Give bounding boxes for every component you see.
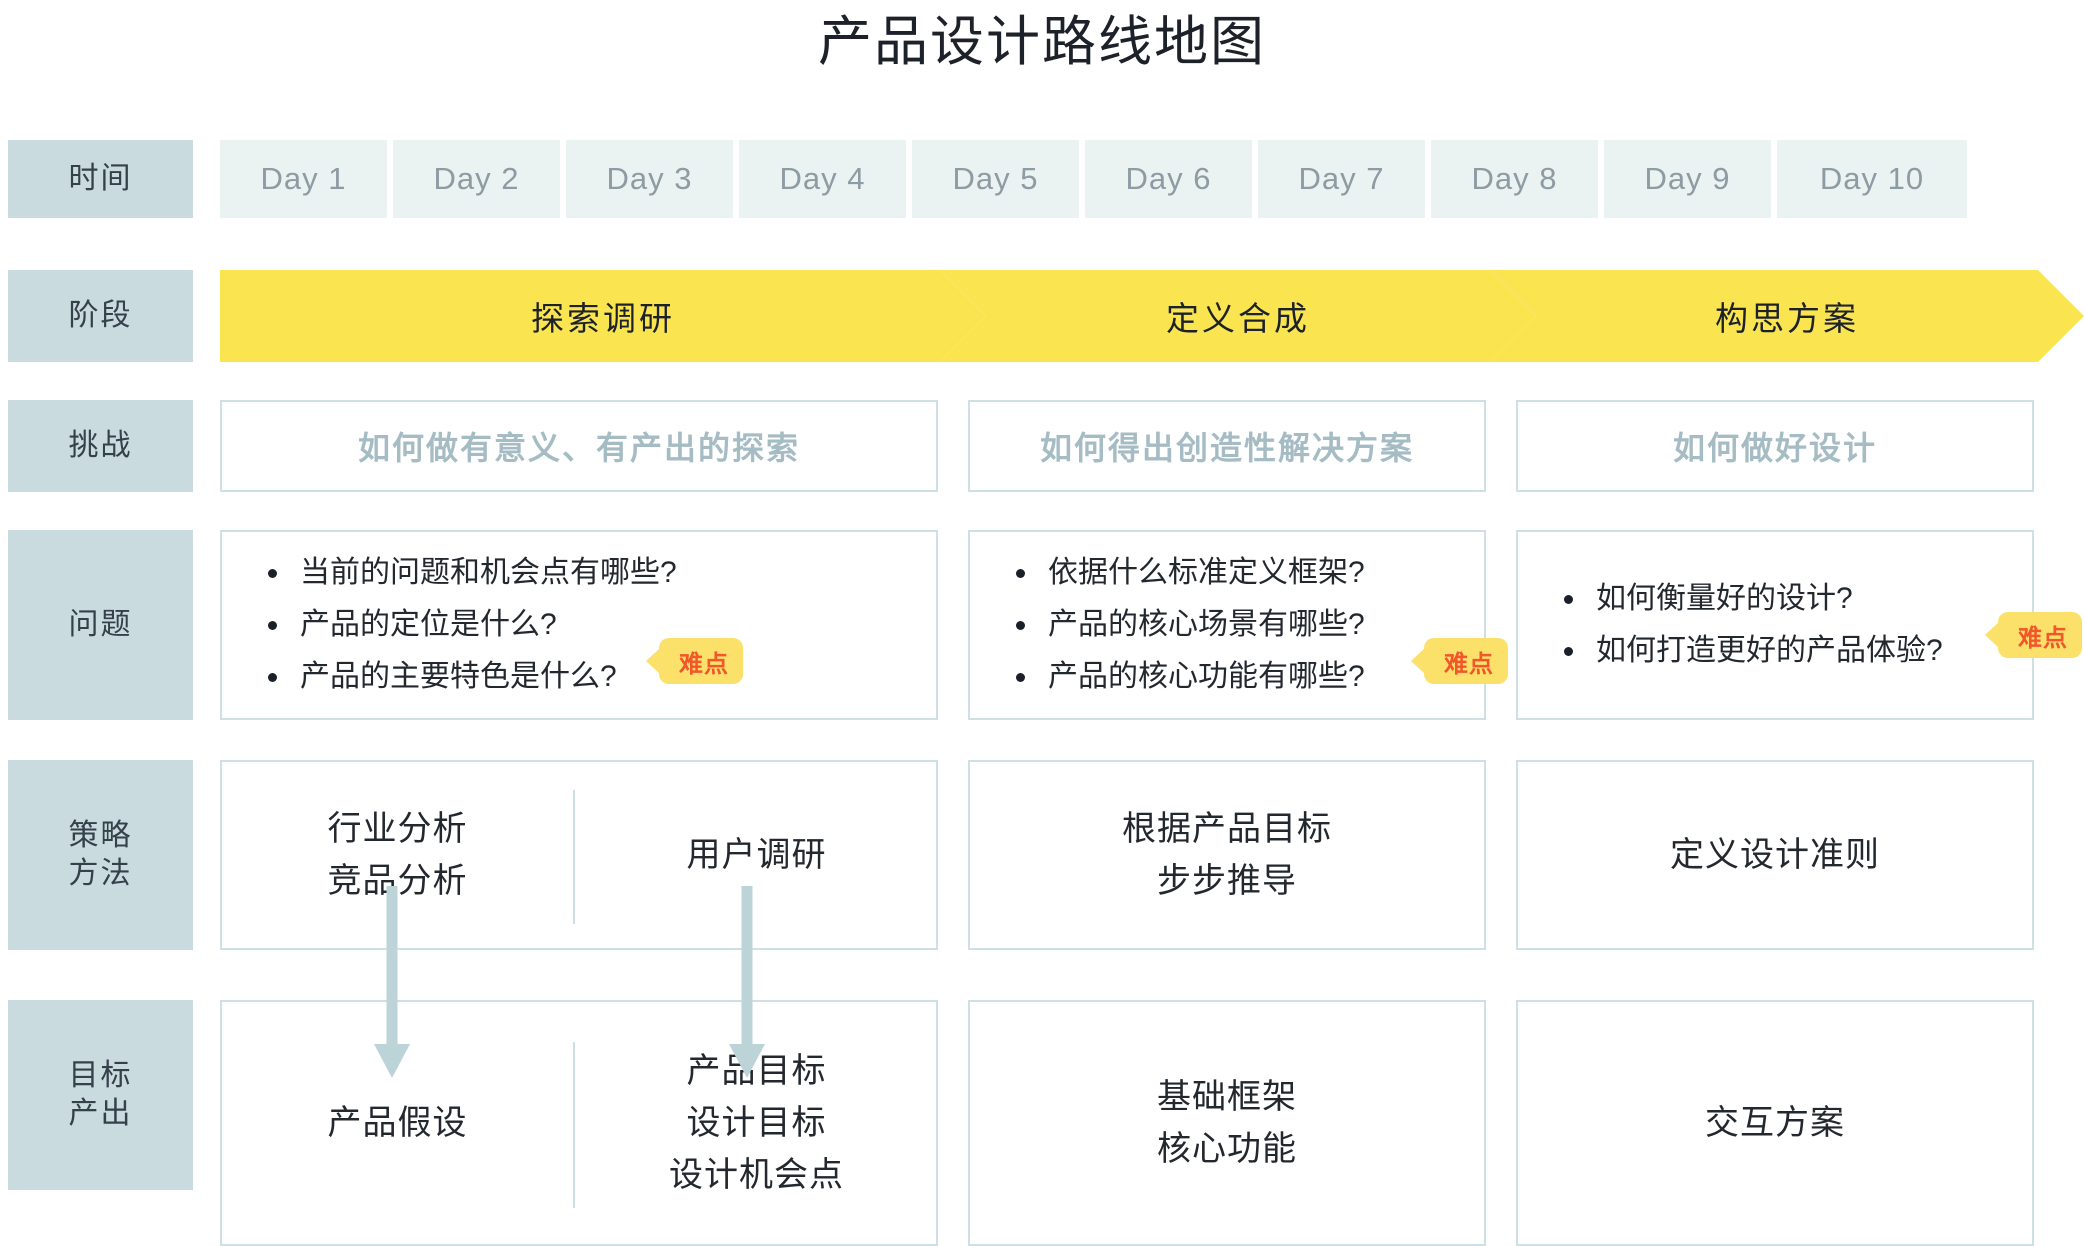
question-item: 如何打造更好的产品体验? bbox=[1556, 625, 1943, 677]
row-label-question: 问题 bbox=[8, 530, 193, 720]
question-card-1[interactable]: 当前的问题和机会点有哪些? 产品的定位是什么? 产品的主要特色是什么? bbox=[220, 530, 938, 720]
roadmap-board: 时间 阶段 挑战 问题 策略 方法 目标 产出 Day 1 Day 2 Day … bbox=[0, 0, 2084, 1246]
question-item: 当前的问题和机会点有哪些? bbox=[260, 547, 677, 599]
method-card-3[interactable]: 定义设计准则 bbox=[1516, 760, 2034, 950]
phase-3-label: 构思方案 bbox=[1715, 300, 1859, 337]
row-label-output-line2: 产出 bbox=[68, 1097, 133, 1130]
hard-point-badge-1-label: 难点 bbox=[679, 650, 729, 678]
row-label-challenge-text: 挑战 bbox=[68, 429, 133, 462]
question-card-2[interactable]: 依据什么标准定义框架? 产品的核心场景有哪些? 产品的核心功能有哪些? bbox=[968, 530, 1486, 720]
day-cell-1[interactable]: Day 1 bbox=[220, 140, 387, 218]
phase-chevron-3[interactable]: 构思方案 bbox=[1490, 270, 2084, 362]
hard-point-badge-1[interactable]: 难点 bbox=[659, 638, 743, 684]
day-cell-1-label: Day 1 bbox=[260, 161, 347, 196]
method-card-2[interactable]: 根据产品目标 步步推导 bbox=[968, 760, 1486, 950]
flow-arrow-right bbox=[729, 886, 765, 1078]
day-cell-6[interactable]: Day 6 bbox=[1085, 140, 1252, 218]
question-item: 依据什么标准定义框架? bbox=[1008, 547, 1365, 599]
hard-point-badge-2-label: 难点 bbox=[1444, 650, 1494, 678]
method-cell-3a: 定义设计准则 bbox=[1670, 836, 1880, 874]
day-cell-10-label: Day 10 bbox=[1819, 161, 1925, 196]
day-cell-8[interactable]: Day 8 bbox=[1431, 140, 1598, 218]
row-label-time-text: 时间 bbox=[68, 162, 133, 195]
row-label-output: 目标 产出 bbox=[8, 1000, 193, 1190]
output-card-2[interactable]: 基础框架 核心功能 bbox=[968, 1000, 1486, 1246]
output-cell-1a: 产品假设 bbox=[327, 1104, 468, 1142]
question-item: 产品的核心场景有哪些? bbox=[1008, 599, 1365, 651]
hard-point-badge-3-label: 难点 bbox=[2018, 624, 2068, 652]
day-cell-3-label: Day 3 bbox=[606, 161, 693, 196]
day-cell-4-label: Day 4 bbox=[779, 161, 866, 196]
output-card-1[interactable]: 产品假设 产品目标 设计目标 设计机会点 bbox=[220, 1000, 938, 1246]
phase-2-label: 定义合成 bbox=[1166, 300, 1310, 337]
row-label-phase: 阶段 bbox=[8, 270, 193, 362]
day-cell-8-label: Day 8 bbox=[1471, 161, 1558, 196]
row-label-phase-text: 阶段 bbox=[68, 299, 133, 332]
output-cell-2a: 基础框架 核心功能 bbox=[1157, 1078, 1297, 1168]
output-card-3[interactable]: 交互方案 bbox=[1516, 1000, 2034, 1246]
day-cell-5-label: Day 5 bbox=[952, 161, 1039, 196]
row-label-method-line2: 方法 bbox=[68, 857, 133, 890]
phase-1-label: 探索调研 bbox=[531, 300, 675, 337]
row-label-output-line1: 目标 bbox=[68, 1059, 133, 1092]
method-cell-1b: 用户调研 bbox=[686, 836, 827, 874]
phase-chevron-1[interactable]: 探索调研 bbox=[220, 270, 986, 362]
phase-band: 探索调研 定义合成 构思方案 bbox=[220, 270, 2084, 362]
day-cell-2-label: Day 2 bbox=[433, 161, 520, 196]
row-label-method: 策略 方法 bbox=[8, 760, 193, 950]
day-cell-3[interactable]: Day 3 bbox=[566, 140, 733, 218]
day-cell-9[interactable]: Day 9 bbox=[1604, 140, 1771, 218]
day-cell-7-label: Day 7 bbox=[1298, 161, 1385, 196]
question-item: 如何衡量好的设计? bbox=[1556, 573, 1943, 625]
day-cell-7[interactable]: Day 7 bbox=[1258, 140, 1425, 218]
method-cell-2a: 根据产品目标 步步推导 bbox=[1122, 810, 1332, 900]
output-cell-3a: 交互方案 bbox=[1705, 1104, 1845, 1142]
row-label-question-text: 问题 bbox=[68, 608, 133, 641]
challenge-3-label: 如何做好设计 bbox=[1672, 430, 1877, 466]
hard-point-badge-3[interactable]: 难点 bbox=[1998, 612, 2082, 658]
question-list-1: 当前的问题和机会点有哪些? 产品的定位是什么? 产品的主要特色是什么? bbox=[260, 547, 677, 703]
method-card-1[interactable]: 行业分析 竞品分析 用户调研 bbox=[220, 760, 938, 950]
day-cell-2[interactable]: Day 2 bbox=[393, 140, 560, 218]
phase-chevron-2[interactable]: 定义合成 bbox=[940, 270, 1536, 362]
challenge-card-1[interactable]: 如何做有意义、有产出的探索 bbox=[220, 400, 938, 492]
question-item: 产品的主要特色是什么? bbox=[260, 651, 677, 703]
row-label-challenge: 挑战 bbox=[8, 400, 193, 492]
challenge-card-2[interactable]: 如何得出创造性解决方案 bbox=[968, 400, 1486, 492]
flow-arrow-left bbox=[374, 886, 410, 1078]
question-list-3: 如何衡量好的设计? 如何打造更好的产品体验? bbox=[1556, 573, 1943, 677]
day-cell-10[interactable]: Day 10 bbox=[1777, 140, 1967, 218]
row-label-time: 时间 bbox=[8, 140, 193, 218]
question-item: 产品的定位是什么? bbox=[260, 599, 677, 651]
challenge-1-label: 如何做有意义、有产出的探索 bbox=[357, 430, 800, 466]
day-cell-9-label: Day 9 bbox=[1644, 161, 1731, 196]
hard-point-badge-2[interactable]: 难点 bbox=[1424, 638, 1508, 684]
question-card-3[interactable]: 如何衡量好的设计? 如何打造更好的产品体验? bbox=[1516, 530, 2034, 720]
question-item: 产品的核心功能有哪些? bbox=[1008, 651, 1365, 703]
question-list-2: 依据什么标准定义框架? 产品的核心场景有哪些? 产品的核心功能有哪些? bbox=[1008, 547, 1365, 703]
challenge-2-label: 如何得出创造性解决方案 bbox=[1039, 430, 1414, 466]
day-cell-5[interactable]: Day 5 bbox=[912, 140, 1079, 218]
day-cell-4[interactable]: Day 4 bbox=[739, 140, 906, 218]
row-label-method-line1: 策略 bbox=[68, 819, 133, 852]
day-cell-6-label: Day 6 bbox=[1125, 161, 1212, 196]
challenge-card-3[interactable]: 如何做好设计 bbox=[1516, 400, 2034, 492]
